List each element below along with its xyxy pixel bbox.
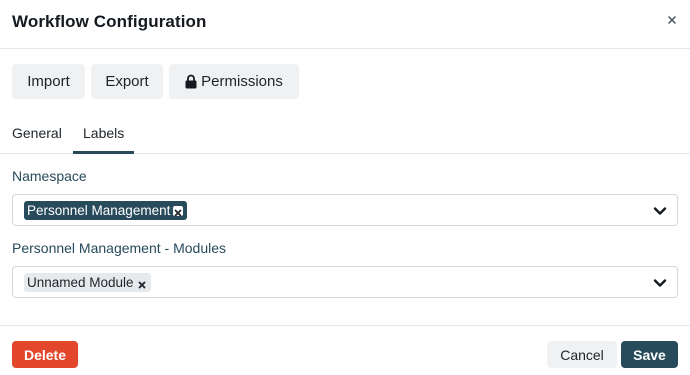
save-button[interactable]: Save bbox=[621, 341, 678, 368]
tab-general[interactable]: General bbox=[12, 125, 62, 141]
modules-select[interactable]: Unnamed Module bbox=[12, 266, 678, 298]
cancel-button[interactable]: Cancel bbox=[547, 341, 617, 368]
chevron-down-icon[interactable] bbox=[653, 276, 667, 288]
export-button[interactable]: Export bbox=[91, 64, 163, 99]
toolbar: Import Export Permissions bbox=[12, 64, 299, 99]
dialog-footer: Delete Cancel Save bbox=[0, 325, 690, 375]
lock-icon bbox=[185, 74, 197, 89]
dialog-header: Workflow Configuration bbox=[0, 0, 690, 49]
chevron-down-icon[interactable] bbox=[653, 204, 667, 216]
tab-bar: General Labels bbox=[0, 115, 690, 154]
module-chip: Unnamed Module bbox=[24, 273, 151, 292]
module-chip-label: Unnamed Module bbox=[27, 275, 134, 290]
workflow-configuration-dialog: Workflow Configuration Import Export Per… bbox=[0, 0, 690, 375]
import-button[interactable]: Import bbox=[12, 64, 85, 99]
active-tab-indicator bbox=[73, 151, 134, 154]
remove-chip-icon[interactable] bbox=[173, 205, 184, 216]
close-icon[interactable] bbox=[663, 11, 681, 29]
remove-chip-icon[interactable] bbox=[137, 278, 147, 288]
delete-button[interactable]: Delete bbox=[12, 341, 78, 368]
permissions-label: Permissions bbox=[201, 73, 283, 90]
dialog-title: Workflow Configuration bbox=[12, 12, 207, 31]
permissions-button[interactable]: Permissions bbox=[169, 64, 299, 99]
modules-label: Personnel Management - Modules bbox=[12, 240, 227, 256]
namespace-label: Namespace bbox=[12, 168, 87, 184]
namespace-select[interactable]: Personnel Management bbox=[12, 194, 678, 226]
namespace-chip-label: Personnel Management bbox=[27, 203, 171, 218]
namespace-chip: Personnel Management bbox=[24, 201, 188, 220]
tab-labels[interactable]: Labels bbox=[83, 125, 124, 141]
